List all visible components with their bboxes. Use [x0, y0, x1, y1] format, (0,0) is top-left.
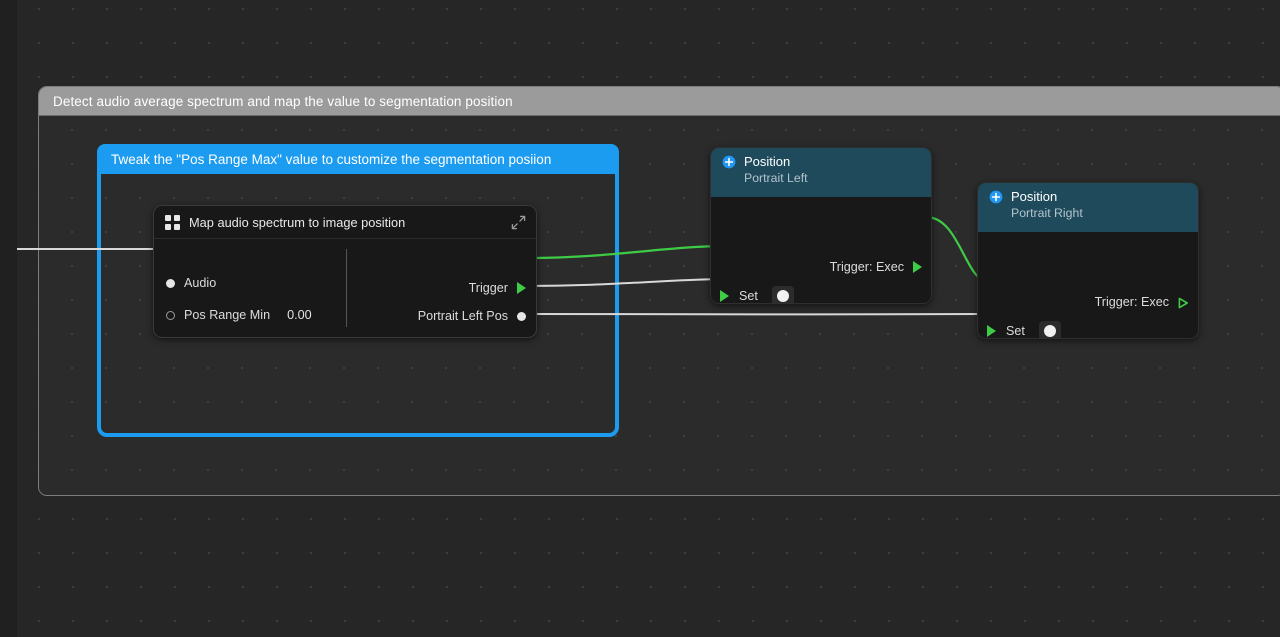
expand-arrows-icon[interactable]: [511, 215, 526, 230]
plus-circle-icon: [989, 190, 1003, 204]
node-map-header[interactable]: Map audio spectrum to image position: [154, 206, 536, 239]
toggle-knob-icon: [1043, 325, 1056, 337]
set-toggle-right[interactable]: [1038, 321, 1061, 338]
port-row-exec-out-left[interactable]: Trigger: Exec: [830, 256, 922, 278]
node-position-left-body: Trigger: Exec Set Value X 123.6( Y: [711, 197, 931, 303]
comment-header[interactable]: Tweak the "Pos Range Max" value to custo…: [97, 144, 619, 174]
port-row-pos-range-min[interactable]: Pos Range Min 0.00: [166, 304, 312, 326]
port-label-pos-range-min: Pos Range Min: [184, 308, 271, 322]
port-dot-pos-range-min[interactable]: [166, 310, 175, 320]
port-label-set-left: Set: [739, 289, 758, 303]
trigger-exec-arrow-icon[interactable]: [913, 261, 922, 273]
set-toggle-left[interactable]: [771, 286, 794, 303]
node-map-body: Audio Pos Range Min 0.00 Pos Range Max 7…: [154, 239, 536, 338]
port-label-portrait-left-pos: Portrait Left Pos: [417, 309, 508, 323]
node-position-right-body: Trigger: Exec Set Value X -: [978, 232, 1198, 338]
node-graph-canvas[interactable]: Detect audio average spectrum and map th…: [0, 0, 1280, 637]
port-label-trigger: Trigger: [468, 281, 508, 295]
port-label-trigger-exec-left: Trigger: Exec: [829, 260, 904, 274]
port-row-portrait-left-pos[interactable]: Portrait Left Pos: [418, 305, 526, 327]
grid-icon: [165, 214, 180, 230]
node-map-divider: [346, 249, 347, 327]
port-label-set-right: Set: [1006, 324, 1025, 338]
node-position-right-subtitle: Portrait Right: [1011, 206, 1083, 220]
port-label-audio: Audio: [184, 276, 217, 290]
plus-circle-icon: [722, 155, 736, 169]
node-position-left-subtitle: Portrait Left: [744, 171, 808, 185]
port-row-audio[interactable]: Audio: [166, 272, 216, 294]
node-map-title: Map audio spectrum to image position: [189, 214, 406, 230]
node-position-left-title: Position: [744, 154, 791, 169]
group-header[interactable]: Detect audio average spectrum and map th…: [39, 87, 1280, 116]
port-value-pos-range-min[interactable]: 0.00: [287, 308, 312, 322]
set-exec-arrow-icon[interactable]: [720, 290, 729, 302]
group-title: Detect audio average spectrum and map th…: [53, 93, 513, 109]
port-row-set-right[interactable]: Set: [987, 320, 1061, 338]
trigger-exec-arrow-icon[interactable]: [517, 282, 526, 294]
node-position-portrait-left[interactable]: Position Portrait Left Trigger: Exec Set…: [710, 147, 932, 304]
port-dot-audio[interactable]: [166, 278, 175, 288]
port-row-portrait-right-pos[interactable]: Portrait Right Pos: [409, 333, 526, 338]
toggle-knob-icon: [776, 290, 789, 302]
port-row-pos-range-max[interactable]: Pos Range Max 700.00: [166, 336, 329, 337]
port-dot-portrait-left-pos[interactable]: [517, 311, 526, 321]
trigger-exec-arrow-icon[interactable]: [1178, 296, 1189, 309]
set-exec-arrow-icon[interactable]: [987, 325, 996, 337]
node-position-left-header[interactable]: Position Portrait Left: [711, 148, 931, 197]
port-label-trigger-exec-right: Trigger: Exec: [1094, 295, 1169, 309]
node-position-portrait-right[interactable]: Position Portrait Right Trigger: Exec Se…: [977, 182, 1199, 339]
port-row-exec-out-right[interactable]: Trigger: Exec: [1095, 291, 1189, 313]
port-label-portrait-right-pos: Portrait Right Pos: [409, 337, 508, 338]
comment-text: Tweak the "Pos Range Max" value to custo…: [111, 151, 552, 167]
node-map-audio-spectrum[interactable]: Map audio spectrum to image position Aud…: [153, 205, 537, 338]
node-position-right-title: Position: [1011, 189, 1058, 204]
port-row-trigger-out[interactable]: Trigger: [469, 277, 526, 299]
node-position-right-header[interactable]: Position Portrait Right: [978, 183, 1198, 232]
canvas-left-gutter: [0, 0, 17, 637]
port-row-set-left[interactable]: Set: [720, 285, 794, 303]
